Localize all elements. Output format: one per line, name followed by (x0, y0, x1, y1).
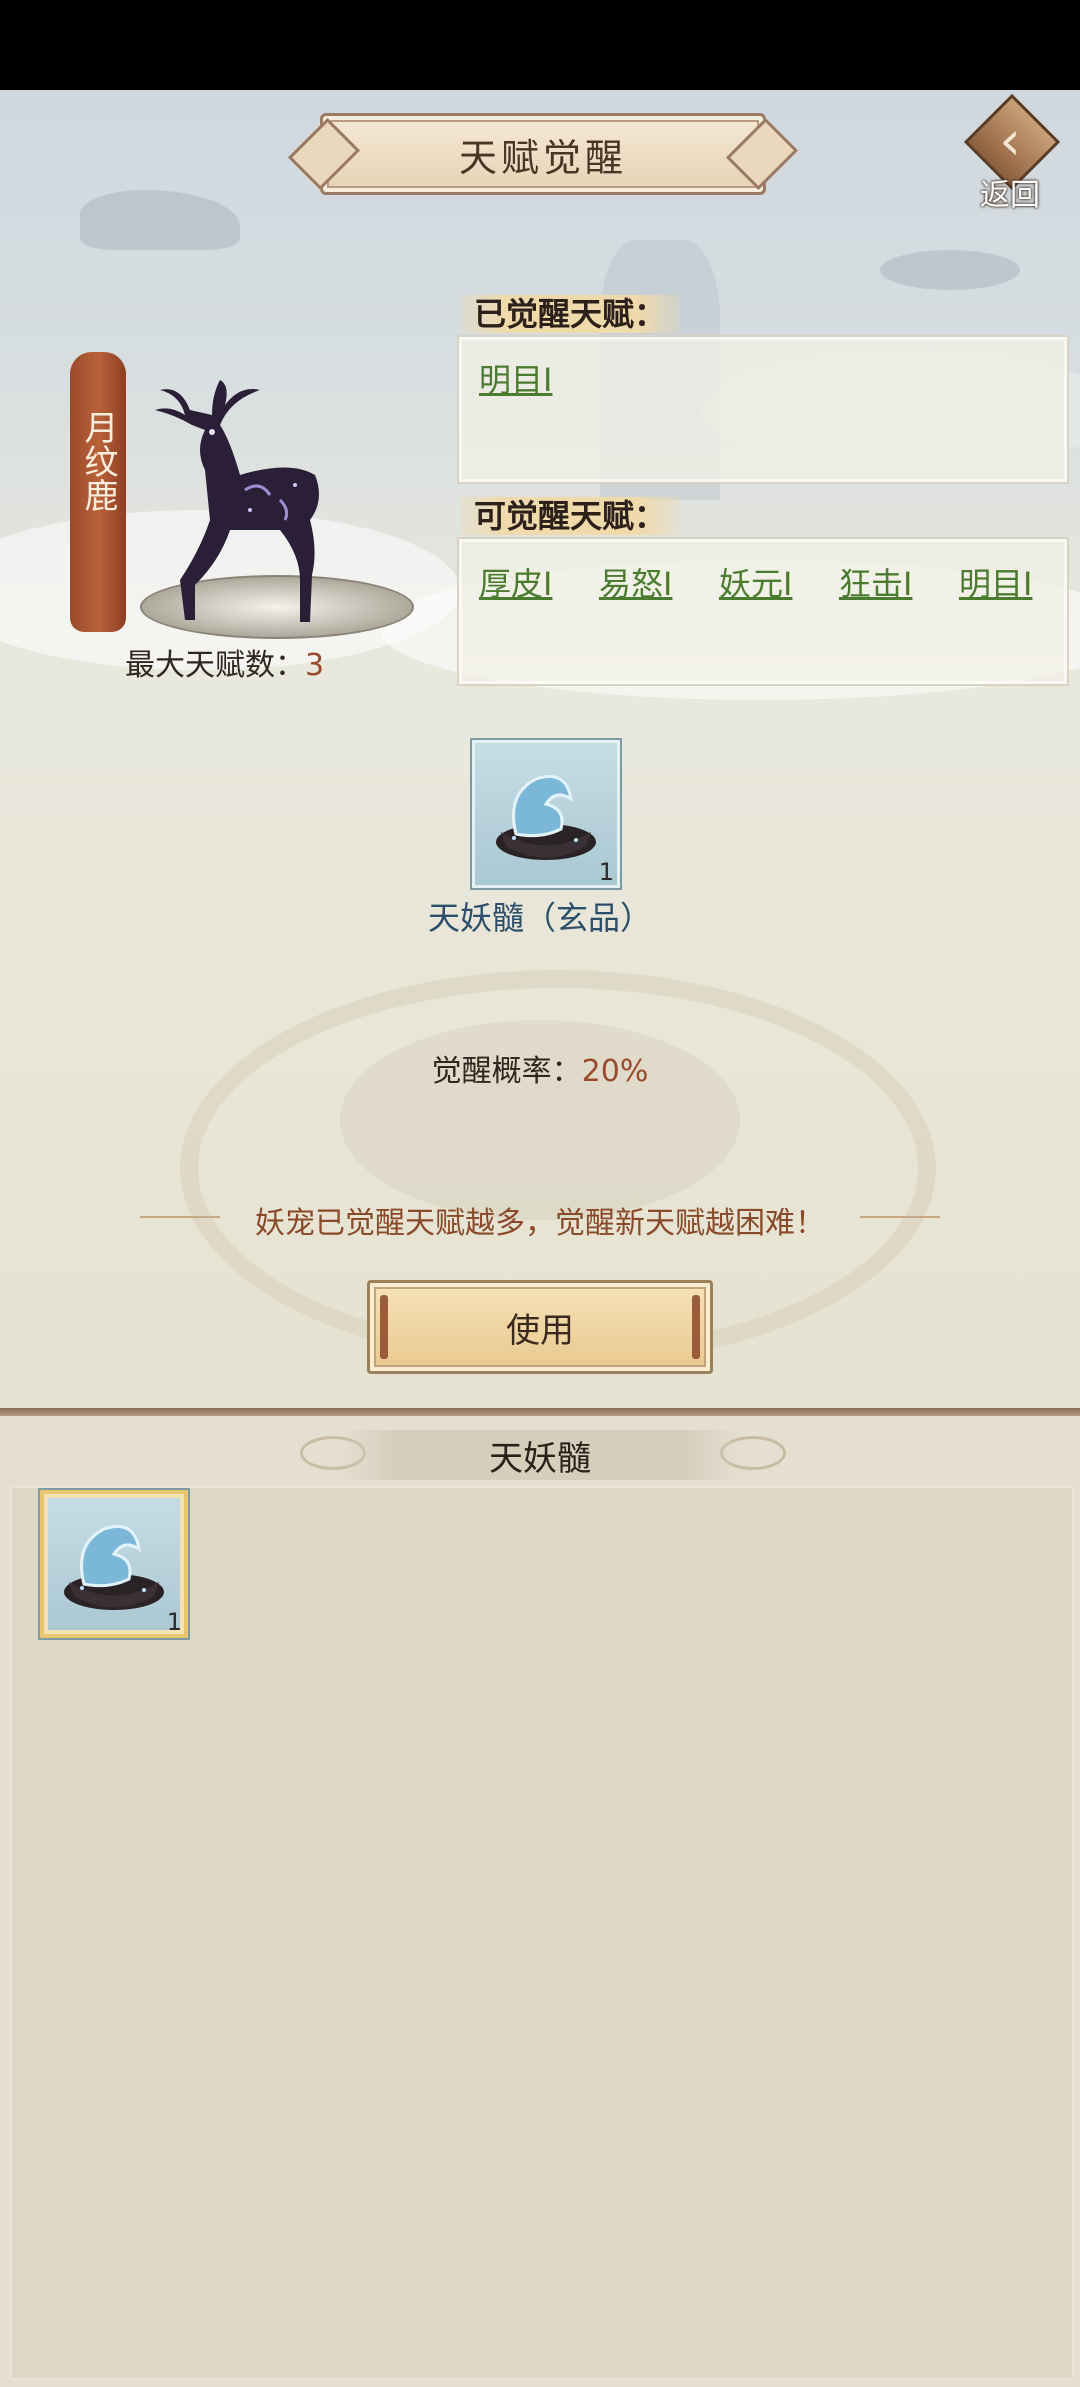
available-talents-panel: 厚皮I 易怒I 妖元I 狂击I 明目I (457, 537, 1069, 686)
page-title: 天赋觉醒 (458, 135, 627, 180)
use-button[interactable]: 使用 (367, 1280, 713, 1374)
max-talent-value: 3 (305, 648, 325, 683)
back-label: 返回 (980, 178, 1040, 213)
probability-value: 20% (581, 1054, 649, 1089)
inventory-item[interactable]: 1 (38, 1488, 190, 1640)
pet-name: 月纹鹿 (78, 410, 118, 512)
deer-pet-image (155, 380, 319, 622)
status-bar (0, 0, 1080, 90)
hint-text: 妖宠已觉醒天赋越多，觉醒新天赋越困难！ (255, 1206, 825, 1241)
title-banner: 天赋觉醒 (320, 113, 766, 195)
inventory-grid: 1 (10, 1486, 1074, 2380)
available-talent[interactable]: 狂击I (839, 559, 912, 605)
available-talent[interactable]: 明目I (959, 559, 1032, 605)
inventory-title: 天妖髓 (489, 1438, 591, 1479)
item-name: 天妖髓（玄品） (427, 899, 652, 937)
inventory-panel: 天妖髓 1 (0, 1416, 1080, 2387)
inventory-divider (0, 1408, 1080, 1416)
available-talent[interactable]: 妖元I (719, 559, 792, 605)
available-talents-label: 可觉醒天赋： (460, 497, 681, 535)
back-button[interactable]: ‹ 返回 (960, 93, 1061, 213)
awakened-talents-panel: 明目I (457, 335, 1069, 484)
awakened-talents-label: 已觉醒天赋： (460, 295, 681, 333)
back-arrow-icon: ‹ (999, 109, 1021, 172)
item-count: 1 (598, 858, 614, 886)
max-talent-label: 最大天赋数： (125, 648, 305, 683)
awakened-talent[interactable]: 明目I (479, 355, 552, 401)
water-spirit-bowl-icon (496, 775, 596, 860)
inventory-title-bar: 天妖髓 (340, 1430, 740, 1480)
available-talent[interactable]: 厚皮I (479, 559, 552, 605)
available-talent[interactable]: 易怒I (599, 559, 672, 605)
water-spirit-bowl-icon (64, 1525, 164, 1610)
probability-label: 觉醒概率： (431, 1054, 582, 1089)
use-button-label: 使用 (506, 1310, 574, 1351)
awaken-probability: 觉醒概率：20% (390, 1046, 690, 1090)
inventory-item-count: 1 (166, 1608, 182, 1636)
max-talent-count: 最大天赋数：3 (125, 640, 324, 684)
selected-item-slot[interactable]: 1 (470, 738, 622, 890)
